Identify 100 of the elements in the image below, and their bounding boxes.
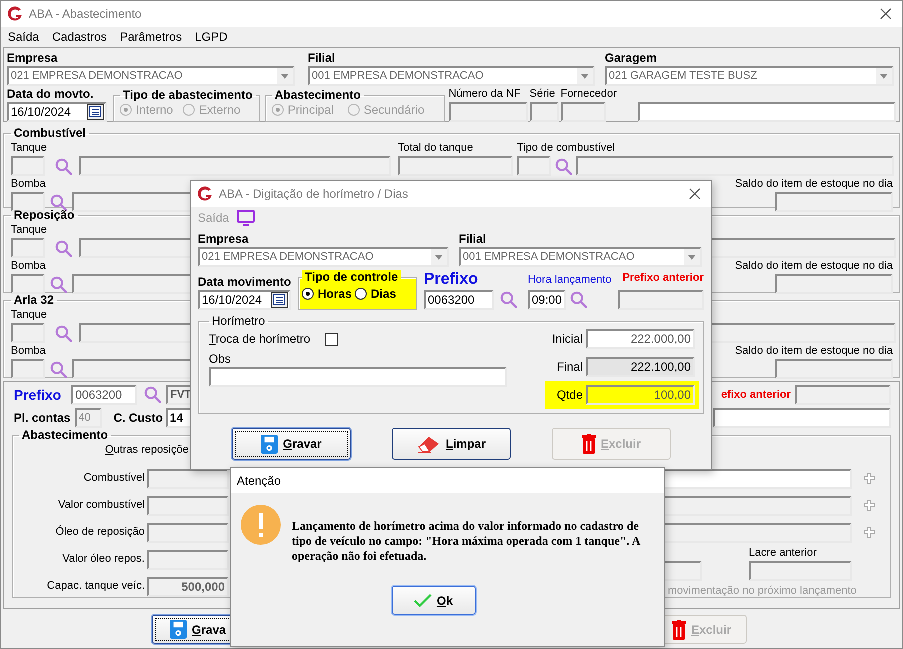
menu-item[interactable]: LGPD — [195, 30, 228, 44]
group-title: Abastecimento — [21, 428, 110, 443]
field-label: Fornecedor — [560, 87, 617, 102]
search-icon[interactable] — [144, 386, 162, 404]
input-field[interactable] — [11, 156, 45, 176]
input-field[interactable] — [11, 323, 45, 343]
input-field[interactable]: 100,00 — [586, 385, 695, 405]
dropdown-field[interactable]: 001 EMPRESA DEMONSTRACAO — [308, 66, 595, 86]
input-field[interactable] — [517, 156, 552, 176]
input-field[interactable] — [749, 561, 852, 581]
input-field[interactable] — [560, 102, 606, 122]
dropdown-field[interactable]: 021 EMPRESA DEMONSTRACAO — [7, 66, 295, 86]
radio-label: Horas — [318, 287, 352, 301]
plus-icon[interactable] — [864, 473, 875, 484]
input-field[interactable] — [147, 522, 229, 542]
input-field[interactable] — [662, 496, 852, 516]
radio-button[interactable] — [302, 288, 314, 300]
input-field[interactable] — [576, 156, 894, 176]
input-field[interactable] — [795, 385, 891, 405]
field-label: Capac. tanque veíc. — [47, 579, 145, 594]
search-icon[interactable] — [50, 361, 68, 379]
close-icon — [880, 8, 892, 20]
input-field[interactable] — [713, 408, 891, 428]
save-button[interactable]: Gravar — [232, 428, 351, 460]
input-field[interactable] — [530, 102, 559, 122]
dropdown-field[interactable]: 001 EMPRESA DEMONSTRACAO — [459, 247, 702, 267]
field-label: Saldo do item de estoque no dia — [735, 177, 893, 192]
field-label: Saldo do item de estoque no dia — [735, 344, 893, 359]
field-label: Empresa — [7, 50, 58, 66]
field-label: Final — [556, 359, 583, 375]
input-field[interactable] — [448, 102, 528, 122]
plus-icon[interactable] — [864, 500, 875, 511]
search-icon[interactable] — [55, 325, 74, 343]
input-field[interactable]: 0063200 — [71, 385, 138, 405]
search-icon[interactable] — [50, 276, 68, 294]
input-field[interactable]: 500,000 — [147, 576, 229, 596]
input-field[interactable] — [775, 192, 893, 212]
input-field[interactable] — [147, 468, 229, 488]
input-field[interactable] — [775, 359, 893, 379]
input-field[interactable] — [11, 192, 45, 212]
input-field[interactable] — [147, 550, 229, 570]
field-label: Combustível — [84, 471, 145, 486]
search-icon[interactable] — [570, 291, 588, 309]
plus-icon[interactable] — [864, 527, 875, 538]
calendar-icon[interactable] — [87, 104, 104, 120]
input-field[interactable] — [11, 274, 45, 294]
field-label: Tanque — [11, 223, 48, 238]
input-field[interactable] — [662, 561, 702, 581]
trash-icon — [672, 620, 686, 640]
input-field[interactable] — [11, 238, 45, 258]
ok-button[interactable]: Ok — [392, 586, 476, 615]
dropdown-field[interactable]: 021 GARAGEM TESTE BUSZ — [605, 66, 894, 86]
search-icon[interactable] — [55, 158, 74, 176]
field-label: Prefixo — [14, 386, 62, 404]
dropdown-field[interactable]: 021 EMPRESA DEMONSTRACAO — [198, 247, 449, 267]
date-field[interactable]: 16/10/2024 — [198, 290, 291, 310]
input-field[interactable] — [209, 367, 507, 387]
input-field[interactable] — [11, 359, 45, 379]
calendar-icon[interactable] — [271, 292, 288, 308]
search-icon[interactable] — [50, 194, 68, 212]
group-title: Tipo de abastecimento — [122, 88, 254, 103]
group-title: Combustível — [13, 126, 88, 141]
alert-message: Lançamento de horímetro acima do valor informado no cadastro de tipo de veículo no campo: "Hora máxima operada com 1 tanque". A operação não foi efetuada. — [292, 519, 642, 564]
field-label: Saldo do item de estoque no dia — [735, 259, 893, 274]
field-label: Bomba — [11, 344, 46, 359]
logo-icon — [197, 186, 213, 202]
input-field[interactable] — [398, 156, 514, 176]
menu-item[interactable]: Parâmetros — [120, 30, 182, 44]
clear-button[interactable]: Limpar — [392, 428, 511, 460]
field-label: Série — [530, 87, 556, 102]
input-field[interactable] — [618, 290, 704, 310]
field-label: Prefixo — [424, 270, 478, 290]
input-field[interactable] — [147, 496, 229, 516]
field-label: Troca de horímetro — [209, 331, 311, 347]
input-field[interactable]: 222.100,00 — [586, 357, 695, 377]
field-label: Hora lançamento — [528, 273, 612, 288]
search-icon[interactable] — [55, 240, 74, 258]
date-field[interactable]: 16/10/2024 — [7, 102, 107, 122]
input-field[interactable]: 09:00 — [528, 290, 566, 310]
search-icon[interactable] — [500, 291, 518, 309]
field-label: Obs — [209, 351, 232, 367]
group-title: Tipo de controle — [302, 270, 402, 285]
radio-label: Interno — [136, 103, 174, 117]
input-field[interactable] — [79, 156, 392, 176]
monitor-icon[interactable] — [237, 210, 256, 226]
menu-item[interactable]: Cadastros — [52, 30, 108, 44]
input-field[interactable]: 222.000,00 — [586, 329, 695, 349]
input-field[interactable] — [662, 468, 852, 488]
field-label: Total do tanque — [398, 141, 474, 156]
search-icon[interactable] — [555, 158, 574, 176]
menu-item[interactable]: Saída — [8, 30, 40, 44]
input-field[interactable]: 0063200 — [424, 290, 494, 310]
radio-button[interactable] — [355, 288, 368, 300]
field-label: Qtde — [556, 387, 583, 403]
field-label: Bomba — [11, 177, 46, 192]
input-field[interactable] — [638, 102, 896, 122]
input-field[interactable] — [775, 274, 893, 294]
checkbox[interactable] — [324, 332, 338, 346]
input-field[interactable] — [662, 522, 852, 542]
field-label: Pl. contas — [14, 410, 71, 426]
